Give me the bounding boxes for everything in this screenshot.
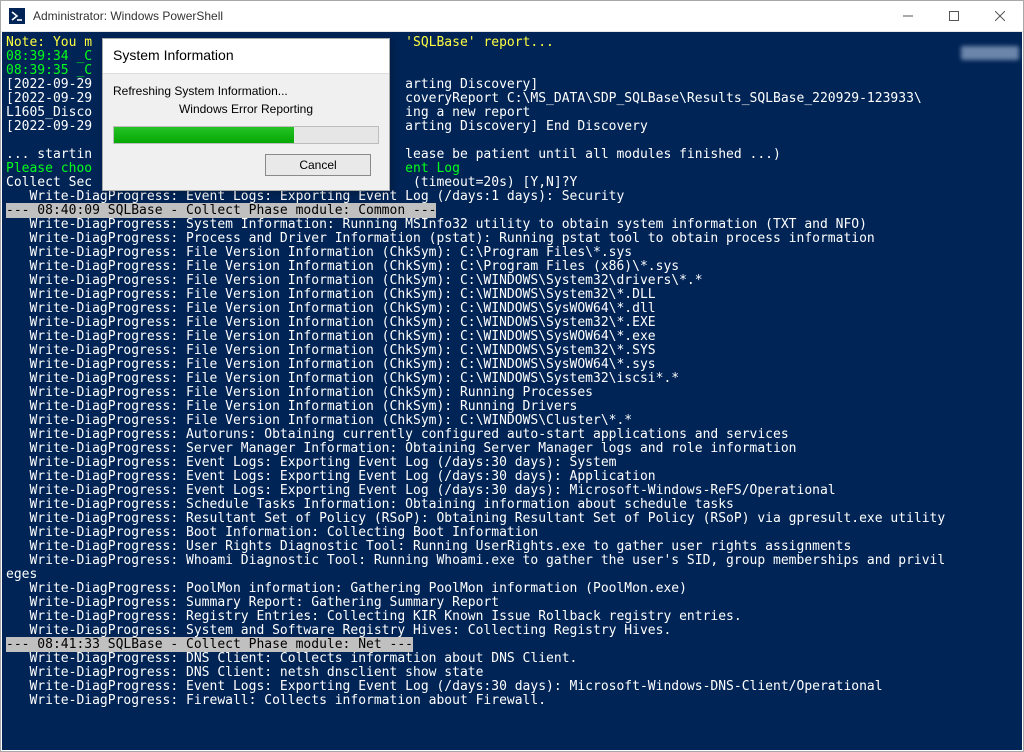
terminal-line: --- 08:40:09 SQLBase - Collect Phase mod…	[6, 204, 1018, 218]
terminal-line: Write-DiagProgress: File Version Informa…	[6, 288, 1018, 302]
terminal-line: Write-DiagProgress: File Version Informa…	[6, 358, 1018, 372]
terminal-line: Write-DiagProgress: System Information: …	[6, 218, 1018, 232]
terminal-line: Write-DiagProgress: PoolMon information:…	[6, 582, 1018, 596]
terminal-line: Write-DiagProgress: Event Logs: Exportin…	[6, 190, 1018, 204]
terminal-line: eges	[6, 568, 1018, 582]
terminal-line: Write-DiagProgress: Schedule Tasks Infor…	[6, 498, 1018, 512]
terminal-line: Write-DiagProgress: File Version Informa…	[6, 414, 1018, 428]
titlebar[interactable]: Administrator: Windows PowerShell	[1, 1, 1023, 32]
terminal-line: Write-DiagProgress: Firewall: Collects i…	[6, 694, 1018, 708]
cancel-button[interactable]: Cancel	[265, 154, 371, 176]
terminal-line: Write-DiagProgress: DNS Client: Collects…	[6, 652, 1018, 666]
terminal-line: Write-DiagProgress: File Version Informa…	[6, 274, 1018, 288]
terminal-line: Write-DiagProgress: Summary Report: Gath…	[6, 596, 1018, 610]
powershell-icon	[9, 8, 25, 24]
terminal-line: Write-DiagProgress: File Version Informa…	[6, 344, 1018, 358]
terminal-line: Write-DiagProgress: Event Logs: Exportin…	[6, 680, 1018, 694]
terminal-line: Write-DiagProgress: File Version Informa…	[6, 246, 1018, 260]
terminal-line: Write-DiagProgress: Boot Information: Co…	[6, 526, 1018, 540]
redacted-region	[961, 46, 1019, 60]
terminal-line: Write-DiagProgress: Whoami Diagnostic To…	[6, 554, 1018, 568]
window-controls	[885, 1, 1023, 31]
terminal-line: Write-DiagProgress: File Version Informa…	[6, 316, 1018, 330]
terminal-line: Write-DiagProgress: System and Software …	[6, 624, 1018, 638]
terminal-line: Write-DiagProgress: DNS Client: netsh dn…	[6, 666, 1018, 680]
terminal-line: Write-DiagProgress: Process and Driver I…	[6, 232, 1018, 246]
terminal-line: Write-DiagProgress: Event Logs: Exportin…	[6, 484, 1018, 498]
minimize-button[interactable]	[885, 1, 931, 31]
close-button[interactable]	[977, 1, 1023, 31]
terminal-line: Write-DiagProgress: User Rights Diagnost…	[6, 540, 1018, 554]
progress-bar	[113, 126, 379, 144]
terminal-line: Write-DiagProgress: File Version Informa…	[6, 400, 1018, 414]
dialog-body: Refreshing System Information... Windows…	[103, 74, 389, 190]
terminal-line: Write-DiagProgress: Event Logs: Exportin…	[6, 456, 1018, 470]
maximize-button[interactable]	[931, 1, 977, 31]
terminal-line: Write-DiagProgress: File Version Informa…	[6, 302, 1018, 316]
terminal-line: Write-DiagProgress: Resultant Set of Pol…	[6, 512, 1018, 526]
terminal-line: Write-DiagProgress: File Version Informa…	[6, 372, 1018, 386]
terminal-line: Write-DiagProgress: File Version Informa…	[6, 330, 1018, 344]
terminal-line: Write-DiagProgress: File Version Informa…	[6, 386, 1018, 400]
dialog-subtask: Windows Error Reporting	[113, 102, 379, 116]
terminal-line: --- 08:41:33 SQLBase - Collect Phase mod…	[6, 638, 1018, 652]
window-title: Administrator: Windows PowerShell	[33, 9, 885, 23]
terminal-line: Write-DiagProgress: Server Manager Infor…	[6, 442, 1018, 456]
terminal-line: Write-DiagProgress: Autoruns: Obtaining …	[6, 428, 1018, 442]
terminal-line: Write-DiagProgress: Registry Entries: Co…	[6, 610, 1018, 624]
powershell-window: Administrator: Windows PowerShell Note: …	[0, 0, 1024, 752]
dialog-title: System Information	[103, 39, 389, 74]
progress-bar-fill	[114, 127, 294, 143]
dialog-status-line: Refreshing System Information...	[113, 84, 379, 98]
terminal-line: Write-DiagProgress: Event Logs: Exportin…	[6, 470, 1018, 484]
terminal-line: Write-DiagProgress: File Version Informa…	[6, 260, 1018, 274]
system-information-dialog: System Information Refreshing System Inf…	[102, 38, 390, 191]
